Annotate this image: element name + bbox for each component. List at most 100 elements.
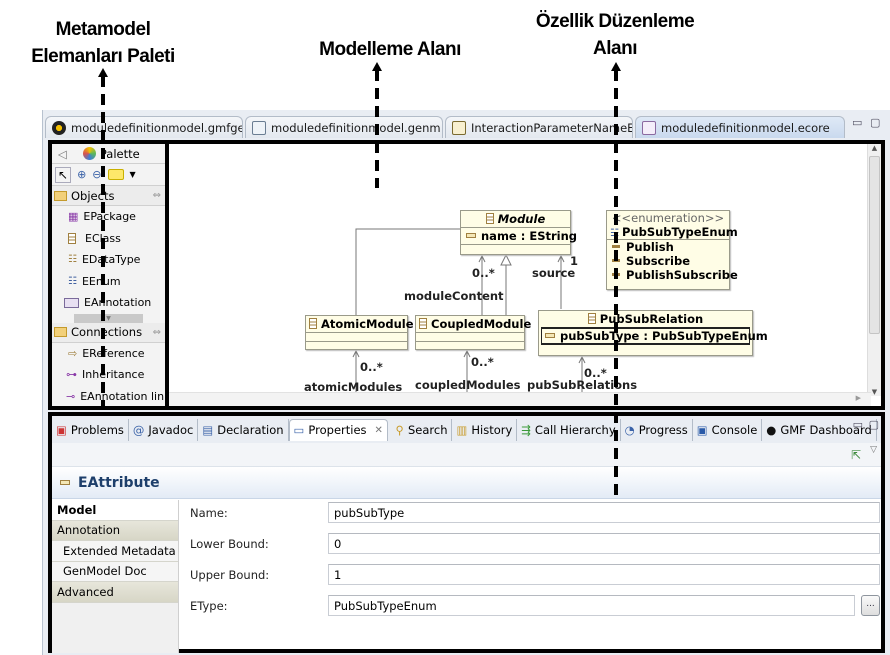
minimize-icon[interactable]: ▭: [852, 116, 862, 129]
upper-bound-field[interactable]: 1: [328, 564, 880, 585]
palette-item-inheritance[interactable]: ⊶ Inheritance: [52, 364, 165, 386]
palette-item-edatatype[interactable]: ☷ EDataType: [52, 249, 165, 271]
annotation-palette-line2: Elemanları Paleti: [31, 46, 175, 67]
vertical-scrollbar[interactable]: ▲ ▼: [867, 144, 881, 396]
zoom-in-icon[interactable]: ⊕: [77, 168, 86, 181]
maximize-icon[interactable]: ▢: [870, 116, 880, 129]
side-tab-extended-metadata[interactable]: Extended Metadata: [52, 541, 178, 562]
side-tab-model[interactable]: Model: [52, 500, 178, 521]
view-tab-label: Javadoc: [148, 422, 194, 437]
editor-tab-label: moduledefinitionmodel.ecore: [661, 120, 830, 135]
lower-bound-field[interactable]: 0: [328, 533, 880, 554]
palette-item-ereference[interactable]: ⇨ EReference: [52, 343, 165, 365]
enum-literal[interactable]: Subscribe: [607, 254, 729, 268]
eannotation-icon: [64, 297, 79, 308]
view-tab-label: Declaration: [217, 422, 284, 437]
side-tab-advanced[interactable]: Advanced: [52, 582, 178, 603]
note-icon[interactable]: [107, 169, 124, 180]
palette-scroll-handle[interactable]: ▼: [74, 313, 143, 323]
enum-name: PubSubTypeEnum: [621, 225, 738, 239]
palette-item-eannotation[interactable]: EAnnotation: [52, 292, 165, 314]
maximize-icon[interactable]: ▢: [869, 418, 879, 431]
scroll-right-icon[interactable]: ▶: [856, 394, 861, 402]
name-field[interactable]: pubSubType: [328, 502, 880, 523]
console-icon: ▣: [696, 422, 708, 437]
gmfgen-icon: [52, 120, 66, 135]
palette-item-eenum[interactable]: ☷EEnum: [52, 271, 165, 293]
view-tab-declaration[interactable]: ▤ Declaration: [198, 418, 289, 441]
view-tab-search[interactable]: ⚲ Search: [388, 418, 453, 441]
editor-tab-genmodel[interactable]: moduledefinitionmodel.genm: [245, 116, 443, 138]
palette-drawer-objects[interactable]: Objects ⇔: [52, 186, 165, 206]
literal-label: Subscribe: [626, 254, 691, 268]
enum-literal[interactable]: Publish: [607, 240, 729, 254]
chevron-down-icon[interactable]: ▼: [130, 170, 136, 179]
class-coupledmodule[interactable]: CoupledModule: [415, 315, 531, 350]
class-header: PubSubRelation: [539, 311, 752, 327]
class-module[interactable]: Module name : EString: [460, 210, 577, 255]
attribute-label: pubSubType : PubSubTypeEnum: [560, 329, 768, 343]
browse-etype-button[interactable]: ...: [861, 595, 880, 616]
attributes-compartment: [306, 333, 407, 342]
label-coupledmodules: coupledModules: [415, 378, 521, 392]
class-header: AtomicModule: [306, 316, 414, 333]
inheritance-icon: ⊶: [66, 368, 77, 382]
annotation-arrowhead: [372, 62, 382, 71]
side-tab-genmodel-doc[interactable]: GenModel Doc: [52, 561, 178, 582]
scrollbar-thumb[interactable]: [869, 156, 880, 334]
diagram-canvas[interactable]: Module name : EString AtomicModule Coupl…: [169, 140, 885, 410]
java-file-icon: [452, 120, 466, 135]
view-tab-call-hierarchy[interactable]: ⇶ Call Hierarchy: [517, 418, 621, 441]
class-atomicmodule[interactable]: AtomicModule: [305, 315, 414, 350]
class-name: Module: [497, 212, 546, 226]
palette-item-label: Inheritance: [82, 368, 145, 382]
pin-view-icon[interactable]: ⇱: [851, 448, 861, 462]
view-tab-properties[interactable]: ▭ Properties ✕: [288, 418, 388, 441]
palette-drawer-connections[interactable]: Connections ⇔: [52, 322, 165, 343]
view-tab-console[interactable]: ▣ Console: [693, 418, 763, 441]
select-tool-icon[interactable]: ↖: [55, 166, 72, 183]
attribute-row[interactable]: name : EString: [461, 228, 577, 245]
upper-bound-label: Upper Bound:: [190, 568, 270, 582]
class-pubsubrelation[interactable]: PubSubRelation pubSubType : PubSubTypeEn…: [538, 310, 768, 356]
palette-item-epackage[interactable]: ▦ EPackage: [52, 206, 165, 228]
editor-tab-gmfgen[interactable]: moduledefinitionmodel.gmfge: [45, 116, 243, 138]
connections-layer: [352, 222, 586, 406]
collapse-palette-icon[interactable]: ◁: [58, 147, 67, 161]
annotation-properties-line1: Özellik Düzenleme: [535, 11, 695, 32]
editor-tab-ecore[interactable]: moduledefinitionmodel.ecore ✕: [635, 116, 845, 138]
close-icon[interactable]: ✕: [843, 122, 844, 133]
view-tab-progress[interactable]: ◔ Progress: [621, 418, 693, 441]
pin-icon[interactable]: ⇔: [153, 327, 161, 338]
attribute-row-selected[interactable]: pubSubType : PubSubTypeEnum: [541, 327, 768, 345]
editor-tab-java[interactable]: InteractionParameterNameE: [445, 116, 633, 138]
scroll-up-icon[interactable]: ▲: [868, 144, 881, 152]
palette-item-label: EReference: [82, 346, 145, 360]
annotation-canvas: Modelleme Alanı: [319, 39, 461, 60]
properties-side-tabs: Model Annotation Extended Metadata GenMo…: [52, 500, 179, 653]
view-tab-label: History: [471, 422, 513, 437]
view-tab-problems[interactable]: ▣ Problems: [52, 418, 129, 441]
etype-field[interactable]: PubSubTypeEnum: [328, 595, 855, 616]
pin-icon[interactable]: ⇔: [153, 190, 161, 201]
palette-item-eannotation-link[interactable]: ⊸ EAnnotation link: [52, 386, 170, 408]
annotation-arrow-canvas: [375, 70, 379, 188]
horizontal-scrollbar[interactable]: ▶: [169, 392, 871, 406]
search-icon: ⚲: [395, 422, 404, 437]
editor-tab-label: moduledefinitionmodel.gmfge: [71, 120, 243, 135]
folder-icon: [54, 327, 67, 337]
close-icon[interactable]: ✕: [375, 425, 383, 436]
enum-pubsubtypeenum[interactable]: <<enumeration>> ☷PubSubTypeEnum Publish …: [606, 210, 738, 290]
minimize-icon[interactable]: ▭: [853, 418, 863, 431]
attributes-compartment: [416, 333, 524, 342]
eattribute-icon: [60, 480, 70, 485]
label-source: source: [532, 266, 576, 280]
side-tab-annotation[interactable]: Annotation: [52, 520, 178, 541]
view-tab-javadoc[interactable]: @ Javadoc: [129, 418, 199, 441]
declaration-icon: ▤: [202, 422, 214, 437]
enum-literal[interactable]: PublishSubscribe: [607, 268, 738, 282]
palette-item-label: EAnnotation link: [80, 389, 171, 403]
palette-item-eclass[interactable]: EClass: [52, 228, 165, 250]
view-menu-icon[interactable]: ▽: [870, 445, 877, 455]
view-tab-history[interactable]: ▥ History: [452, 418, 518, 441]
